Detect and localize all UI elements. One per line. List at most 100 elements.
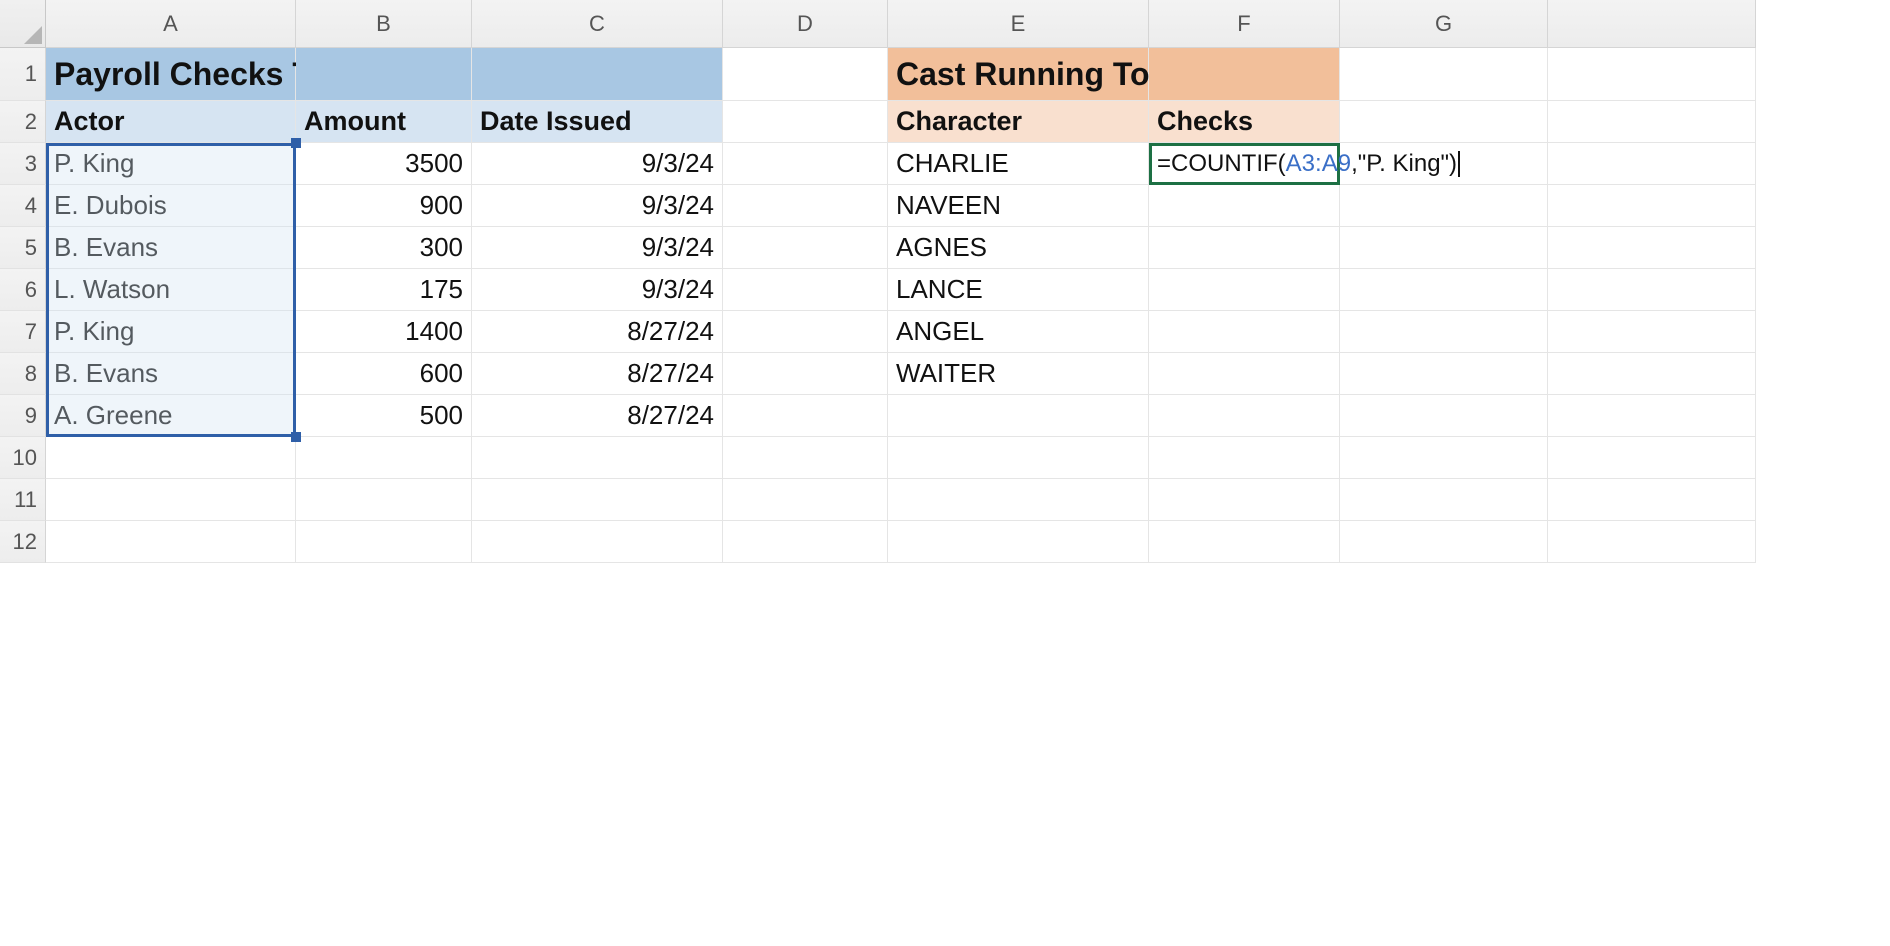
- cell-H12[interactable]: [1548, 521, 1756, 563]
- row-header-12[interactable]: 12: [0, 521, 46, 563]
- cell-C7[interactable]: 8/27/24: [472, 311, 723, 353]
- cell-E11[interactable]: [888, 479, 1149, 521]
- cell-E6[interactable]: LANCE: [888, 269, 1149, 311]
- cell-F7[interactable]: [1149, 311, 1340, 353]
- col-header-G[interactable]: G: [1340, 0, 1548, 48]
- row-header-7[interactable]: 7: [0, 311, 46, 353]
- cell-C10[interactable]: [472, 437, 723, 479]
- cell-B9[interactable]: 500: [296, 395, 472, 437]
- cell-E9[interactable]: [888, 395, 1149, 437]
- cell-A7[interactable]: P. King: [46, 311, 296, 353]
- cell-D7[interactable]: [723, 311, 888, 353]
- cell-F4[interactable]: [1149, 185, 1340, 227]
- cell-C12[interactable]: [472, 521, 723, 563]
- row-header-2[interactable]: 2: [0, 101, 46, 143]
- cell-C6[interactable]: 9/3/24: [472, 269, 723, 311]
- cell-D9[interactable]: [723, 395, 888, 437]
- row-header-9[interactable]: 9: [0, 395, 46, 437]
- cell-H9[interactable]: [1548, 395, 1756, 437]
- cell-E5[interactable]: AGNES: [888, 227, 1149, 269]
- cell-G8[interactable]: [1340, 353, 1548, 395]
- cell-D6[interactable]: [723, 269, 888, 311]
- cell-C2[interactable]: Date Issued: [472, 101, 723, 143]
- row-header-1[interactable]: 1: [0, 48, 46, 101]
- cell-B8[interactable]: 600: [296, 353, 472, 395]
- cell-H2[interactable]: [1548, 101, 1756, 143]
- cell-B10[interactable]: [296, 437, 472, 479]
- cell-B2[interactable]: Amount: [296, 101, 472, 143]
- cell-C9[interactable]: 8/27/24: [472, 395, 723, 437]
- cell-A12[interactable]: [46, 521, 296, 563]
- cell-E4[interactable]: NAVEEN: [888, 185, 1149, 227]
- cell-E1[interactable]: Cast Running Totals: [888, 48, 1149, 101]
- cell-F12[interactable]: [1149, 521, 1340, 563]
- cell-A8[interactable]: B. Evans: [46, 353, 296, 395]
- cell-H1[interactable]: [1548, 48, 1756, 101]
- cell-E3[interactable]: CHARLIE: [888, 143, 1149, 185]
- cell-A2[interactable]: Actor: [46, 101, 296, 143]
- cell-F11[interactable]: [1149, 479, 1340, 521]
- cell-H10[interactable]: [1548, 437, 1756, 479]
- cell-C3[interactable]: 9/3/24: [472, 143, 723, 185]
- cell-C11[interactable]: [472, 479, 723, 521]
- row-header-6[interactable]: 6: [0, 269, 46, 311]
- cell-A9[interactable]: A. Greene: [46, 395, 296, 437]
- cell-G10[interactable]: [1340, 437, 1548, 479]
- col-header-A[interactable]: A: [46, 0, 296, 48]
- row-header-10[interactable]: 10: [0, 437, 46, 479]
- cell-B11[interactable]: [296, 479, 472, 521]
- cell-A3[interactable]: P. King: [46, 143, 296, 185]
- col-header-B[interactable]: B: [296, 0, 472, 48]
- cell-D10[interactable]: [723, 437, 888, 479]
- spreadsheet-grid[interactable]: A B C D E F G 1 Payroll Checks To Date C…: [0, 0, 1890, 563]
- cell-E12[interactable]: [888, 521, 1149, 563]
- col-header-C[interactable]: C: [472, 0, 723, 48]
- cell-F10[interactable]: [1149, 437, 1340, 479]
- cell-A10[interactable]: [46, 437, 296, 479]
- cell-H4[interactable]: [1548, 185, 1756, 227]
- cell-G7[interactable]: [1340, 311, 1548, 353]
- cell-G4[interactable]: [1340, 185, 1548, 227]
- cell-F2[interactable]: Checks: [1149, 101, 1340, 143]
- cell-A11[interactable]: [46, 479, 296, 521]
- cell-H8[interactable]: [1548, 353, 1756, 395]
- cell-B1[interactable]: [296, 48, 472, 101]
- cell-F5[interactable]: [1149, 227, 1340, 269]
- cell-C1[interactable]: [472, 48, 723, 101]
- cell-C8[interactable]: 8/27/24: [472, 353, 723, 395]
- cell-F6[interactable]: [1149, 269, 1340, 311]
- cell-G9[interactable]: [1340, 395, 1548, 437]
- row-header-8[interactable]: 8: [0, 353, 46, 395]
- cell-B4[interactable]: 900: [296, 185, 472, 227]
- cell-G1[interactable]: [1340, 48, 1548, 101]
- cell-E10[interactable]: [888, 437, 1149, 479]
- cell-A4[interactable]: E. Dubois: [46, 185, 296, 227]
- row-header-4[interactable]: 4: [0, 185, 46, 227]
- cell-A5[interactable]: B. Evans: [46, 227, 296, 269]
- cell-B3[interactable]: 3500: [296, 143, 472, 185]
- cell-G2[interactable]: [1340, 101, 1548, 143]
- cell-D11[interactable]: [723, 479, 888, 521]
- cell-H3[interactable]: [1548, 143, 1756, 185]
- cell-F9[interactable]: [1149, 395, 1340, 437]
- cell-E2[interactable]: Character: [888, 101, 1149, 143]
- cell-E7[interactable]: ANGEL: [888, 311, 1149, 353]
- cell-B6[interactable]: 175: [296, 269, 472, 311]
- cell-G11[interactable]: [1340, 479, 1548, 521]
- cell-B7[interactable]: 1400: [296, 311, 472, 353]
- cell-A1[interactable]: Payroll Checks To Date: [46, 48, 296, 101]
- selection-handle-top[interactable]: [291, 138, 301, 148]
- cell-H7[interactable]: [1548, 311, 1756, 353]
- row-header-11[interactable]: 11: [0, 479, 46, 521]
- selection-handle-bottom[interactable]: [291, 432, 301, 442]
- cell-G5[interactable]: [1340, 227, 1548, 269]
- col-header-extra[interactable]: [1548, 0, 1756, 48]
- cell-D3[interactable]: [723, 143, 888, 185]
- cell-B5[interactable]: 300: [296, 227, 472, 269]
- select-all-corner[interactable]: [0, 0, 46, 48]
- cell-D4[interactable]: [723, 185, 888, 227]
- cell-D1[interactable]: [723, 48, 888, 101]
- cell-H6[interactable]: [1548, 269, 1756, 311]
- cell-F1[interactable]: [1149, 48, 1340, 101]
- cell-B12[interactable]: [296, 521, 472, 563]
